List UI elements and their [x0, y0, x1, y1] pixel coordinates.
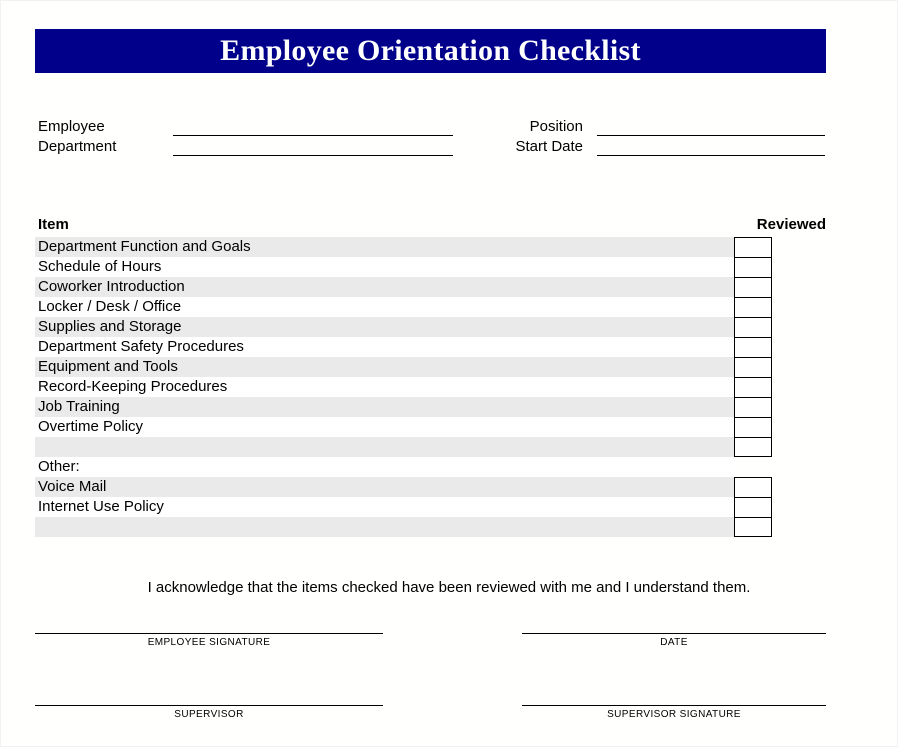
reviewed-checkbox[interactable] [734, 277, 772, 297]
page-title: Employee Orientation Checklist [220, 34, 641, 67]
reviewed-checkbox[interactable] [734, 417, 772, 437]
checklist-row [35, 517, 826, 537]
date-caption: DATE [660, 637, 688, 648]
row-background [35, 437, 734, 457]
checklist-item-label: Internet Use Policy [38, 498, 164, 515]
checklist-table-header: Item Reviewed [35, 215, 826, 237]
checklist-row [35, 437, 826, 457]
employee-signature-caption: EMPLOYEE SIGNATURE [147, 637, 271, 648]
checklist-row: Job Training [35, 397, 826, 417]
row-background [35, 517, 734, 537]
checklist-row: Schedule of Hours [35, 257, 826, 277]
checklist-table: Item Reviewed Department Function and Go… [35, 215, 826, 537]
date-line[interactable] [522, 633, 826, 634]
row-background [35, 397, 734, 417]
reviewed-checkbox[interactable] [734, 477, 772, 497]
checklist-item-label: Schedule of Hours [38, 258, 162, 275]
checklist-row: Coworker Introduction [35, 277, 826, 297]
checklist-rows-primary: Department Function and Goals Schedule of… [35, 237, 826, 457]
checklist-row: Supplies and Storage [35, 317, 826, 337]
supervisor-caption: SUPERVISOR [174, 709, 244, 720]
checklist-row: Record-Keeping Procedures [35, 377, 826, 397]
title-banner: Employee Orientation Checklist [35, 29, 826, 73]
checklist-item-label: Department Function and Goals [38, 238, 251, 255]
orientation-checklist-page: Employee Orientation Checklist Employee … [0, 0, 898, 747]
reviewed-checkbox[interactable] [734, 357, 772, 377]
reviewed-checkbox[interactable] [734, 437, 772, 457]
checklist-row: Locker / Desk / Office [35, 297, 826, 317]
checklist-row: Internet Use Policy [35, 497, 826, 517]
employee-signature-line[interactable] [35, 633, 383, 634]
reviewed-checkbox[interactable] [734, 517, 772, 537]
department-input[interactable] [173, 155, 453, 156]
checklist-rows-other: Other: Voice Mail Internet Use Policy [35, 457, 826, 537]
checklist-item-label: Job Training [38, 398, 120, 415]
checklist-row: Overtime Policy [35, 417, 826, 437]
acknowledgment-text: I acknowledge that the items checked hav… [147, 579, 751, 596]
checklist-item-label: Voice Mail [38, 478, 107, 495]
reviewed-checkbox[interactable] [734, 377, 772, 397]
column-header-reviewed: Reviewed [756, 216, 826, 233]
checklist-item-label: Locker / Desk / Office [38, 298, 182, 315]
checklist-item-label: Coworker Introduction [38, 278, 185, 295]
checklist-row: Department Safety Procedures [35, 337, 826, 357]
column-header-item: Item [38, 216, 69, 233]
checklist-row: Equipment and Tools [35, 357, 826, 377]
checklist-row: Other: [35, 457, 826, 477]
start-date-input[interactable] [597, 155, 825, 156]
employee-input[interactable] [173, 135, 453, 136]
checklist-item-label: Supplies and Storage [38, 318, 182, 335]
checklist-item-label: Overtime Policy [38, 418, 144, 435]
reviewed-checkbox[interactable] [734, 237, 772, 257]
reviewed-checkbox[interactable] [734, 297, 772, 317]
reviewed-checkbox[interactable] [734, 397, 772, 417]
position-input[interactable] [597, 135, 825, 136]
checklist-row: Voice Mail [35, 477, 826, 497]
checklist-item-label: Equipment and Tools [38, 358, 178, 375]
department-label: Department [38, 138, 117, 155]
position-label: Position [529, 118, 583, 135]
reviewed-checkbox[interactable] [734, 317, 772, 337]
employee-label: Employee [38, 118, 105, 135]
checklist-item-label: Other: [38, 458, 80, 475]
row-background [35, 477, 734, 497]
checklist-row: Department Function and Goals [35, 237, 826, 257]
reviewed-checkbox[interactable] [734, 257, 772, 277]
supervisor-signature-line[interactable] [522, 705, 826, 706]
row-background [35, 457, 734, 477]
supervisor-signature-caption: SUPERVISOR SIGNATURE [607, 709, 741, 720]
checklist-item-label: Department Safety Procedures [38, 338, 244, 355]
start-date-label: Start Date [515, 138, 583, 155]
reviewed-checkbox[interactable] [734, 337, 772, 357]
checklist-item-label: Record-Keeping Procedures [38, 378, 228, 395]
supervisor-line[interactable] [35, 705, 383, 706]
reviewed-checkbox[interactable] [734, 497, 772, 517]
